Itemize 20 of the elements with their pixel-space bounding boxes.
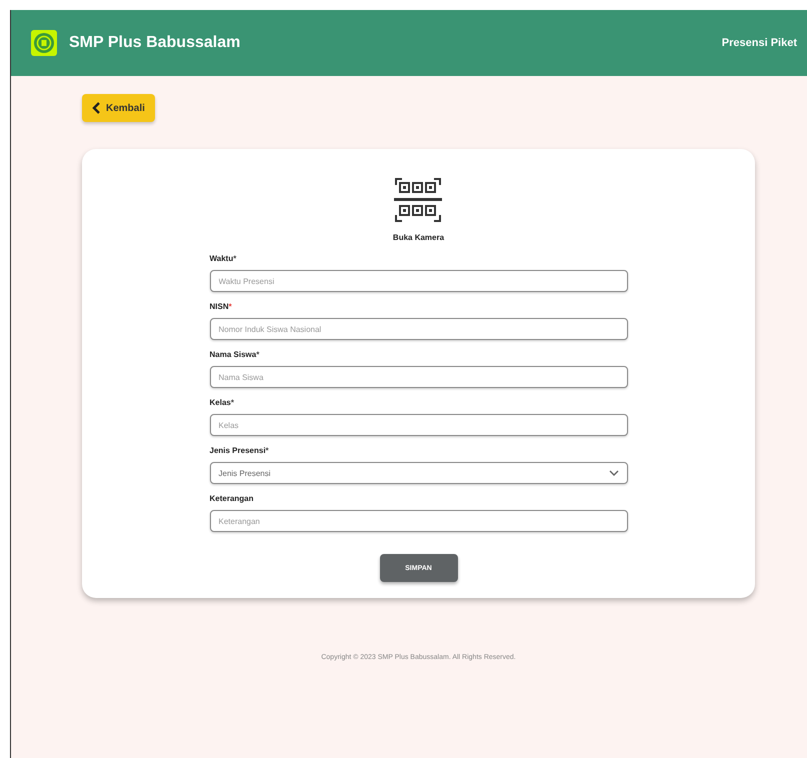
open-camera-label[interactable]: Buka Kamera bbox=[392, 233, 444, 242]
input-field[interactable]: Kelas bbox=[210, 414, 628, 436]
chevron-down-icon bbox=[608, 470, 618, 476]
site-title: SMP Plus Babussalam bbox=[69, 34, 240, 52]
input-field[interactable]: Nama Siswa bbox=[210, 366, 628, 388]
input-field[interactable]: Keterangan bbox=[210, 510, 628, 532]
field-label: Keterangan bbox=[210, 494, 255, 503]
input-field[interactable]: Nomor Induk Siswa Nasional bbox=[210, 318, 628, 340]
school-logo-icon bbox=[31, 30, 57, 56]
field-label: Waktu* bbox=[210, 254, 238, 263]
field-label: Nama Siswa* bbox=[210, 350, 260, 359]
qr-scan-icon[interactable] bbox=[394, 177, 442, 223]
select-field[interactable]: Jenis Presensi bbox=[210, 462, 628, 484]
field-label: NISN* bbox=[210, 302, 233, 311]
input-field[interactable]: Waktu Presensi bbox=[210, 270, 628, 292]
field-label: Kelas* bbox=[210, 398, 235, 407]
back-button[interactable]: Kembali bbox=[82, 94, 155, 122]
field-label: Jenis Presensi* bbox=[210, 446, 270, 455]
chevron-left-icon bbox=[92, 102, 101, 114]
nav-link[interactable]: Presensi Piket bbox=[722, 37, 797, 49]
